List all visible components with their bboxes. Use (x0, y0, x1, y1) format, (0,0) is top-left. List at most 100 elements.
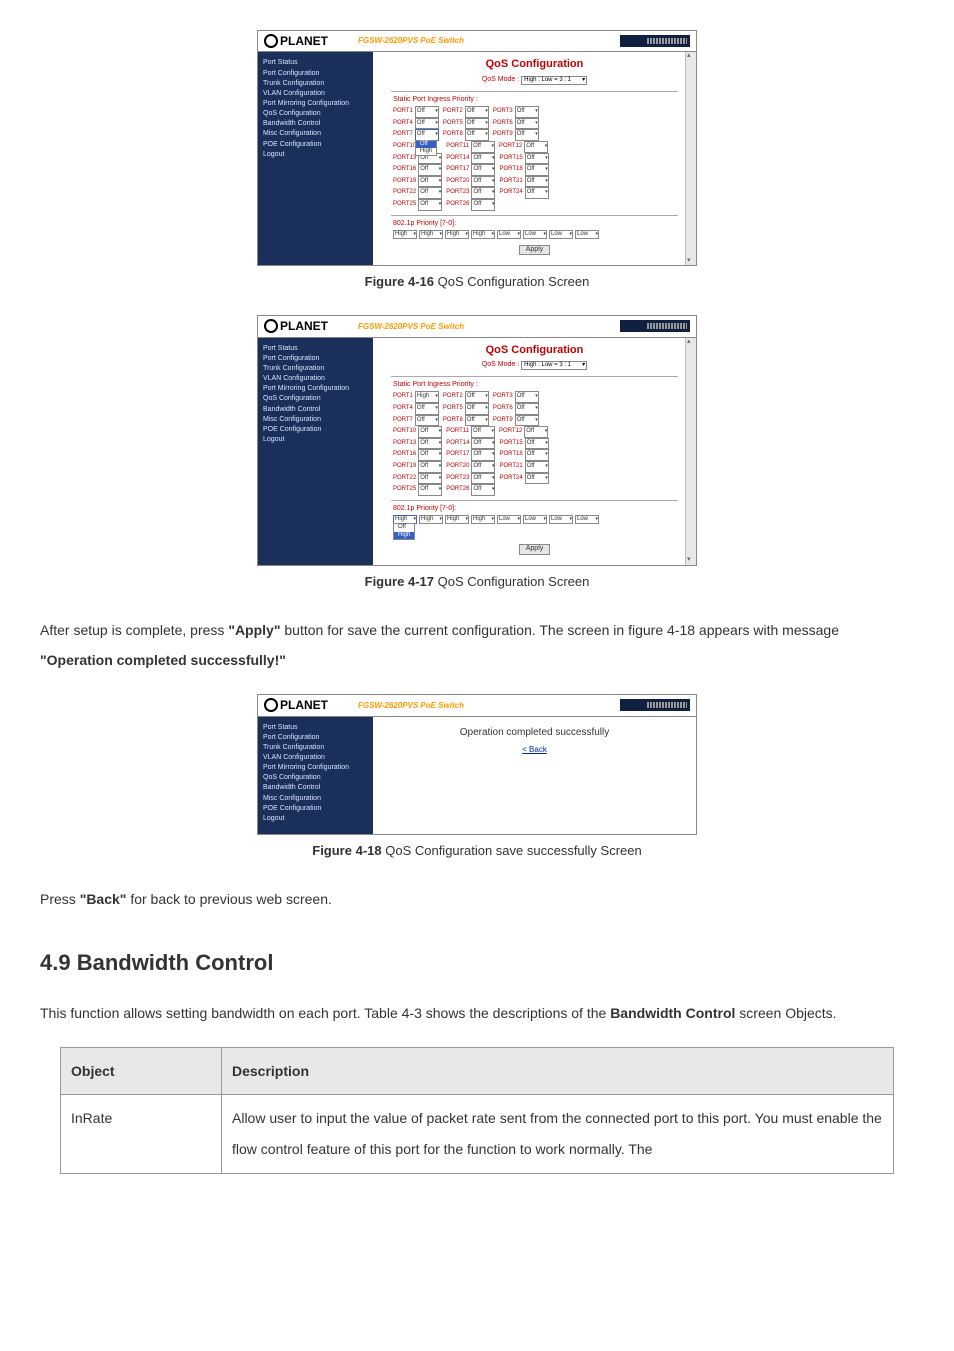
dropdown-option[interactable]: Off (416, 141, 436, 148)
port-priority-select[interactable]: Off (515, 106, 539, 118)
port-priority-select[interactable]: High (415, 391, 439, 403)
port-priority-select[interactable]: Off (471, 438, 495, 450)
sidebar-item[interactable]: POE Configuration (263, 425, 368, 435)
port-priority-select[interactable]: Off (471, 164, 495, 176)
port-priority-select[interactable]: Off (525, 438, 549, 450)
port-priority-select[interactable]: Off (471, 449, 495, 461)
sidebar-item[interactable]: Port Mirroring Configuration (263, 763, 368, 773)
sidebar-item[interactable]: Trunk Configuration (263, 743, 368, 753)
port-priority-select[interactable]: Off (418, 484, 442, 496)
8021p-select[interactable]: Low (523, 230, 547, 239)
sidebar-item[interactable]: Trunk Configuration (263, 79, 368, 89)
dropdown-option[interactable]: High (416, 148, 436, 155)
sidebar-item[interactable]: Logout (263, 435, 368, 445)
sidebar-item[interactable]: Bandwidth Control (263, 405, 368, 415)
8021p-select[interactable]: High (419, 515, 443, 524)
8021p-select[interactable]: Low (575, 230, 599, 239)
8021p-select[interactable]: Low (523, 515, 547, 524)
sidebar-item[interactable]: Port Status (263, 723, 368, 733)
sidebar-item[interactable]: QoS Configuration (263, 109, 368, 119)
sidebar-item[interactable]: Trunk Configuration (263, 364, 368, 374)
8021p-select[interactable]: Low (549, 515, 573, 524)
port-priority-select[interactable]: Off (418, 449, 442, 461)
sidebar-item[interactable]: Port Status (263, 344, 368, 354)
port-priority-select[interactable]: Off (465, 415, 489, 427)
8021p-select[interactable]: High (445, 515, 469, 524)
dropdown-list[interactable]: Off High (393, 523, 415, 539)
port-priority-select[interactable]: Off (525, 449, 549, 461)
sidebar-item[interactable]: Misc Configuration (263, 129, 368, 139)
8021p-select[interactable]: High (471, 515, 495, 524)
port-priority-select[interactable]: Off (418, 199, 442, 211)
dropdown-list[interactable]: Off High (415, 140, 437, 156)
port-priority-select[interactable]: Off (471, 153, 495, 165)
dropdown-option[interactable]: High (394, 532, 414, 539)
apply-button[interactable]: Apply (519, 544, 551, 554)
port-priority-select[interactable]: Off (515, 118, 539, 130)
port-priority-select[interactable]: Off (465, 118, 489, 130)
port-priority-select[interactable]: Off (525, 176, 549, 188)
scrollbar[interactable] (685, 338, 696, 565)
port-priority-select[interactable]: Off (418, 426, 442, 438)
port-priority-select[interactable]: Off (515, 415, 539, 427)
dropdown-option[interactable]: Off (394, 524, 414, 531)
port-priority-select[interactable]: Off (465, 106, 489, 118)
port-priority-select[interactable]: Off (415, 106, 439, 118)
qos-mode-select[interactable]: High : Low = 3 : 1 (521, 76, 587, 85)
sidebar-item[interactable]: POE Configuration (263, 804, 368, 814)
sidebar-item[interactable]: QoS Configuration (263, 394, 368, 404)
port-priority-select[interactable]: Off (515, 391, 539, 403)
8021p-select[interactable]: High (471, 230, 495, 239)
sidebar-item[interactable]: Port Mirroring Configuration (263, 384, 368, 394)
sidebar-item[interactable]: Port Configuration (263, 69, 368, 79)
port-priority-select[interactable]: Off (471, 176, 495, 188)
8021p-select[interactable]: High (445, 230, 469, 239)
port-priority-select[interactable]: Off (418, 438, 442, 450)
8021p-select[interactable]: High (393, 230, 417, 239)
port-priority-select[interactable]: Off (415, 403, 439, 415)
sidebar-item[interactable]: Logout (263, 814, 368, 824)
port-priority-select[interactable]: Off (525, 164, 549, 176)
sidebar-item[interactable]: VLAN Configuration (263, 753, 368, 763)
sidebar-item[interactable]: QoS Configuration (263, 773, 368, 783)
port-priority-select[interactable]: Off (418, 461, 442, 473)
port-priority-select[interactable]: Off (418, 164, 442, 176)
port-priority-select[interactable]: Off (415, 118, 439, 130)
port-priority-select[interactable]: Off (471, 473, 495, 485)
port-priority-select[interactable]: Off (515, 403, 539, 415)
port-priority-select[interactable]: Off (471, 187, 495, 199)
port-priority-select[interactable]: Off (465, 129, 489, 141)
sidebar-item[interactable]: Misc Configuration (263, 794, 368, 804)
8021p-select[interactable]: High (419, 230, 443, 239)
scrollbar[interactable] (685, 52, 696, 265)
sidebar-item[interactable]: Port Configuration (263, 354, 368, 364)
sidebar-item[interactable]: Port Configuration (263, 733, 368, 743)
sidebar-item[interactable]: VLAN Configuration (263, 89, 368, 99)
port-priority-select[interactable]: Off (524, 141, 548, 153)
8021p-select[interactable]: Low (497, 515, 521, 524)
sidebar-item[interactable]: Bandwidth Control (263, 119, 368, 129)
port-priority-select[interactable]: Off (415, 415, 439, 427)
sidebar-item[interactable]: VLAN Configuration (263, 374, 368, 384)
port-priority-select[interactable]: Off (525, 473, 549, 485)
sidebar-item[interactable]: Bandwidth Control (263, 783, 368, 793)
port-priority-select[interactable]: Off (524, 426, 548, 438)
sidebar-item[interactable]: Misc Configuration (263, 415, 368, 425)
port-priority-select[interactable]: Off (418, 176, 442, 188)
port-priority-select[interactable]: Off (465, 403, 489, 415)
port-priority-select[interactable]: Off (525, 461, 549, 473)
port-priority-select[interactable]: Off (465, 391, 489, 403)
port-priority-select[interactable]: Off (471, 484, 495, 496)
port-priority-select[interactable]: Off (525, 187, 549, 199)
port-priority-select[interactable]: Off (418, 473, 442, 485)
sidebar-item[interactable]: POE Configuration (263, 140, 368, 150)
qos-mode-select[interactable]: High : Low = 3 : 1 (521, 361, 587, 370)
apply-button[interactable]: Apply (519, 245, 551, 255)
sidebar-item[interactable]: Logout (263, 150, 368, 160)
sidebar-item[interactable]: Port Status (263, 58, 368, 68)
port-priority-select[interactable]: Off (471, 461, 495, 473)
port-priority-select-open[interactable]: Off Off High (415, 129, 439, 141)
back-link[interactable]: < Back (381, 745, 688, 755)
port-priority-select[interactable]: Off (418, 187, 442, 199)
port-priority-select[interactable]: Off (525, 153, 549, 165)
